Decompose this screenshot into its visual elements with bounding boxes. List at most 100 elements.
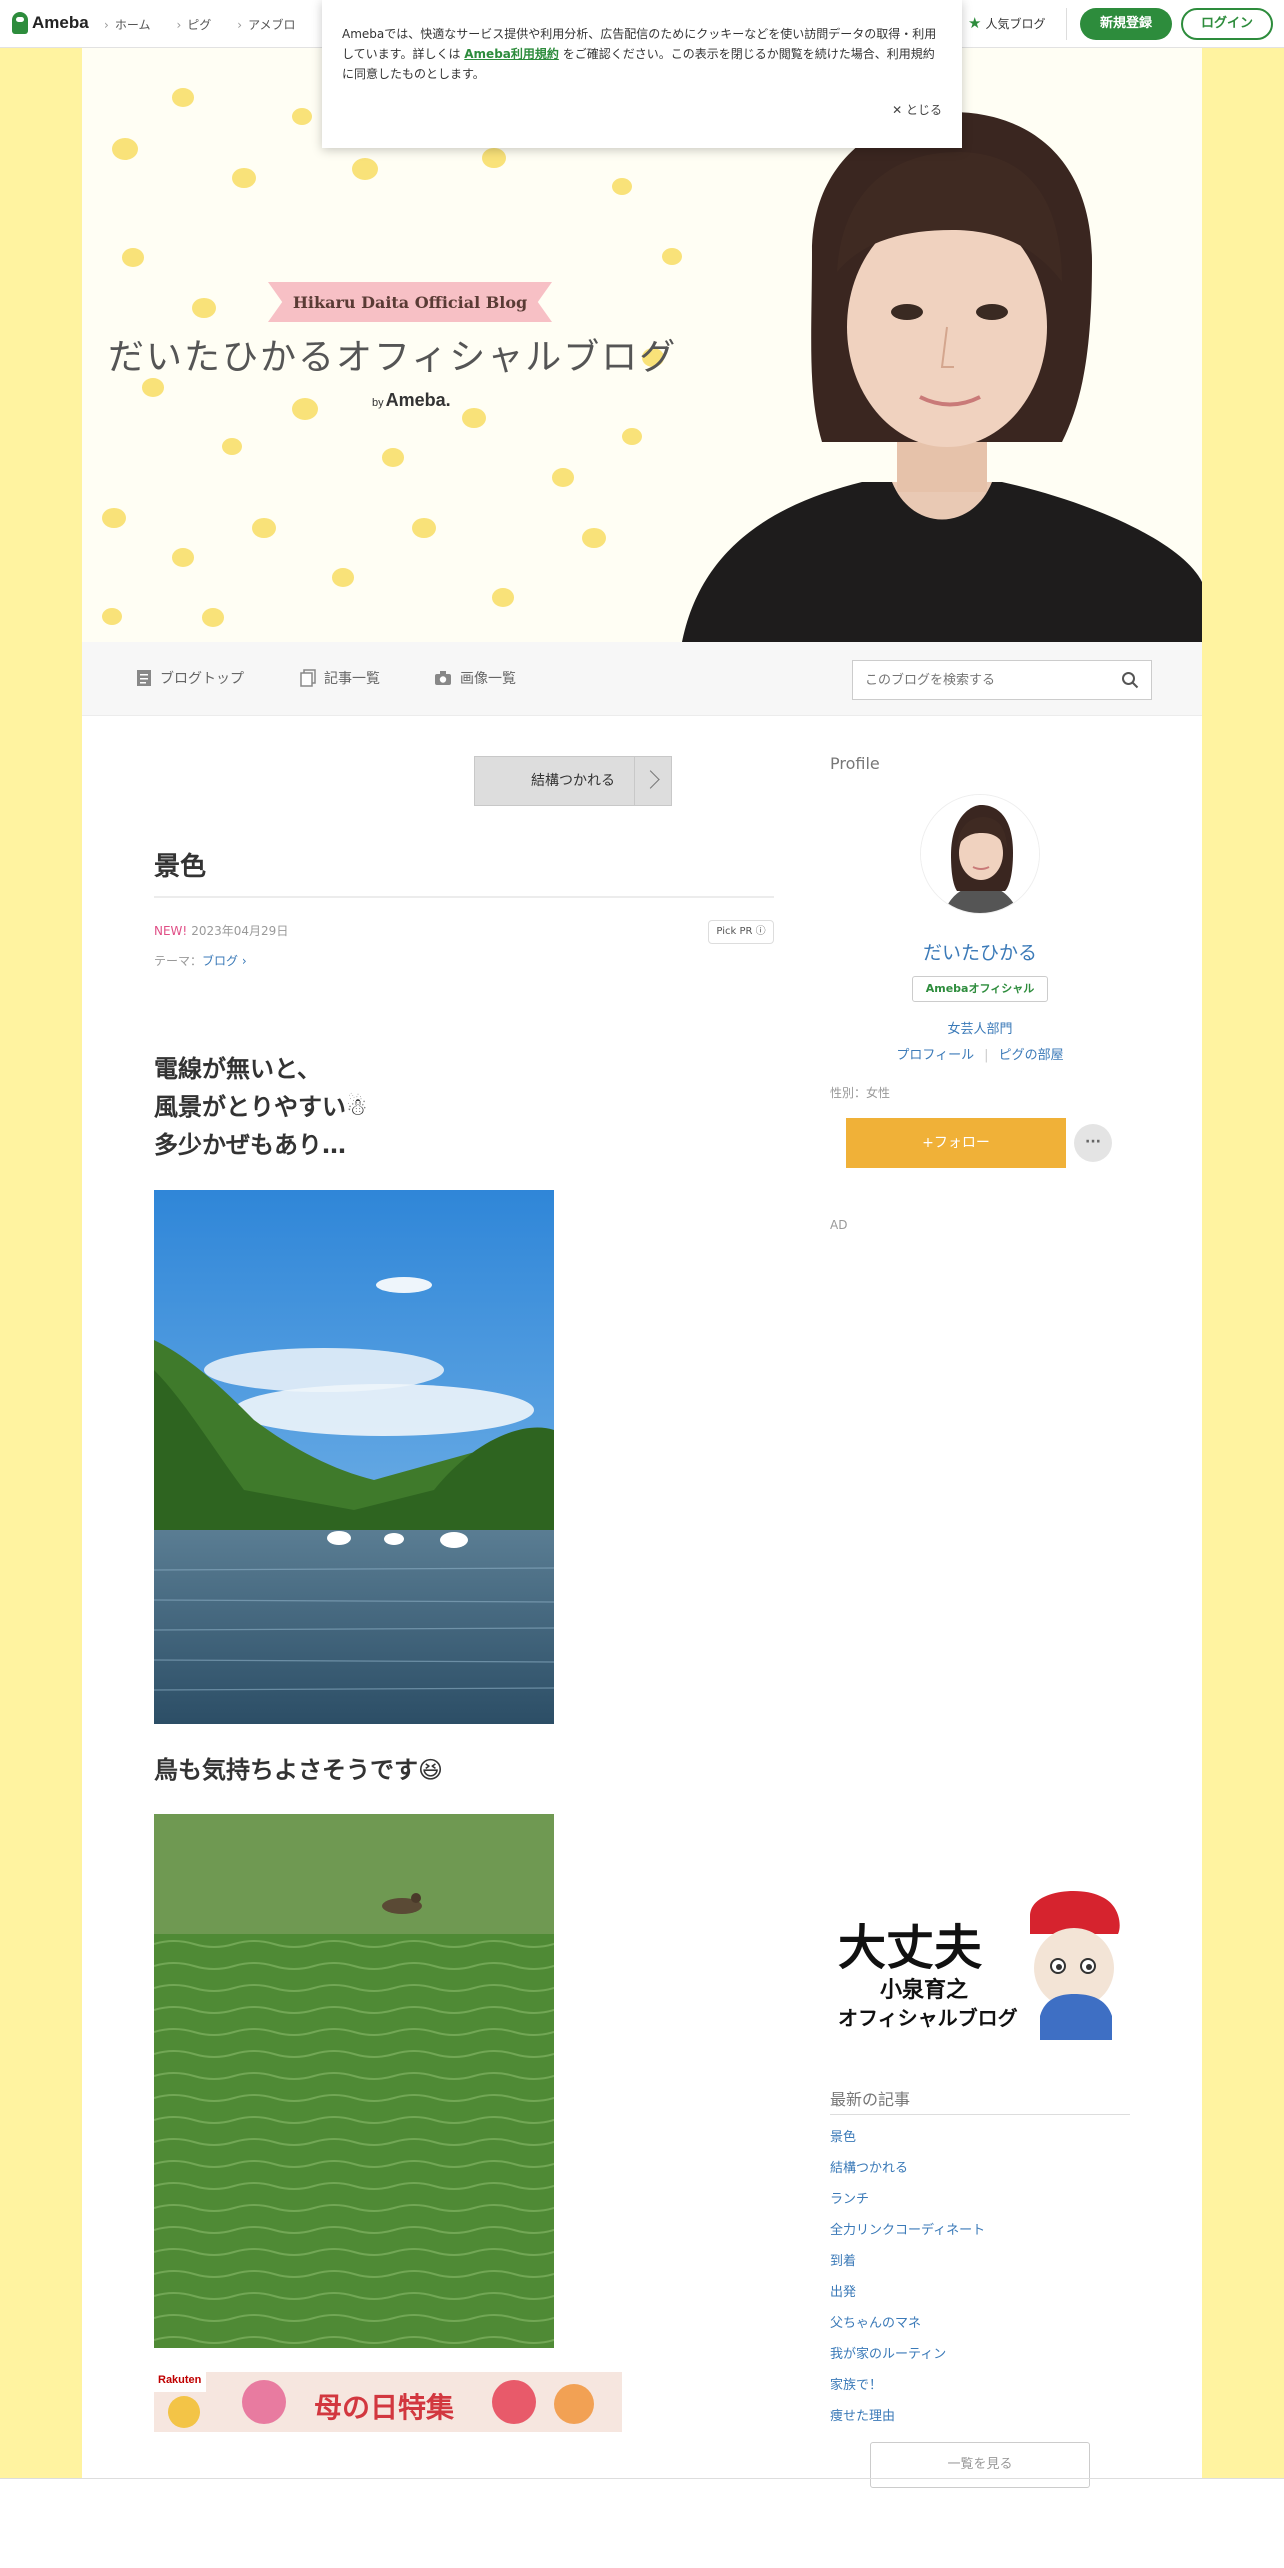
by-brand: Ameba. [385,390,451,410]
rakuten-label: Rakuten [158,2374,202,2386]
nav-blog-top-label: ブログトップ [160,671,244,687]
polka-dot [102,608,122,625]
polka-dot [382,448,404,467]
ameba-logo[interactable]: Ameba [12,12,89,34]
blog-nav: ブログトップ 記事一覧 画像一覧 [82,642,1202,716]
latest-article-link[interactable]: 景色 [830,2126,985,2157]
photo-pond-swan-boats[interactable] [154,1190,554,1724]
sidebar-profile-heading: Profile [830,754,880,773]
polka-dot [112,138,138,161]
rakuten-mothers-day-banner[interactable]: Rakuten 母の日特集 [154,2372,622,2432]
right-yellow-margin [1202,48,1284,2478]
body-line: 電線が無いと、 [154,1055,322,1083]
polka-dot [172,548,194,567]
latest-divider [830,2114,1130,2115]
latest-article-link[interactable]: 全力リンクコーディネート [830,2219,985,2250]
polka-dot [582,528,606,549]
blog-search [852,660,1152,700]
ameba-logo-icon [12,12,28,34]
nav-image-list-label: 画像一覧 [460,671,516,687]
cookie-close-button[interactable]: ✕ とじる [892,100,942,120]
nav-article-list-label: 記事一覧 [324,671,380,687]
latest-article-link[interactable]: 到着 [830,2250,985,2281]
polka-dot [232,168,256,189]
follow-button[interactable]: +フォロー [846,1118,1066,1168]
divider [1066,8,1067,40]
latest-articles-heading: 最新の記事 [830,2090,911,2109]
polka-dot [482,148,506,169]
nav-image-list[interactable]: 画像一覧 [434,668,516,688]
by-ameba: by Ameba. [372,390,451,411]
polka-dot [412,518,436,539]
polka-dot [292,108,312,125]
latest-article-link[interactable]: 父ちゃんのマネ [830,2312,985,2343]
search-icon[interactable] [1121,671,1139,689]
pigg-room-link[interactable]: ピグの部屋 [999,1048,1064,1063]
polka-dot [102,508,126,529]
signup-button[interactable]: 新規登録 [1080,8,1172,40]
koizumi-blog-banner[interactable]: 大丈夫 小泉育之 オフィシャルブログ [830,1886,1130,2040]
nav-ameblo[interactable]: アメブロ [237,16,295,33]
prev-article-button[interactable]: 結構つかれる [474,756,672,806]
article-caption: 鳥も気持ちよさそうです😆 [154,1756,444,1784]
polka-dot [292,398,318,421]
link-separator: | [984,1048,989,1063]
search-input[interactable] [853,661,1103,699]
polka-dot [622,428,642,445]
cookie-close-label: とじる [905,103,942,117]
article-title: 景色 [154,852,207,882]
banner-big-text: 大丈夫 [838,1920,983,1976]
see-all-button[interactable]: 一覧を見る [870,2442,1090,2488]
polka-dot [142,378,164,397]
profile-link[interactable]: プロフィール [896,1048,974,1063]
latest-article-link[interactable]: 痩せた理由 [830,2405,985,2436]
latest-articles-list: 景色 結構つかれる ランチ 全力リンクコーディネート 到着 出発 父ちゃんのマネ… [830,2126,985,2436]
ameba-logo-text: Ameba [32,13,89,32]
ad-label: AD [830,1218,848,1232]
star-icon: ★ [968,14,982,32]
footer-divider [0,2478,1284,2479]
nav-pigg[interactable]: ピグ [176,16,211,33]
banner-title: 母の日特集 [314,2391,455,2424]
title-divider [154,896,774,898]
nav-home[interactable]: ホーム [104,16,151,33]
banner-sub-text-2: オフィシャルブログ [838,2006,1018,2030]
polka-dot [222,438,242,455]
pages-icon [300,669,316,687]
latest-article-link[interactable]: 結構つかれる [830,2157,985,2188]
body-line: 多少かぜもあり… [154,1131,346,1159]
login-button[interactable]: ログイン [1181,8,1273,40]
article-theme: テーマ：ブログ › [154,952,247,969]
body-line: 風景がとりやすい☃ [154,1093,368,1121]
latest-article-link[interactable]: ランチ [830,2188,985,2219]
latest-article-link[interactable]: 我が家のルーティン [830,2343,985,2374]
banner-sub-text: 小泉育之 [880,1978,969,2003]
terms-link[interactable]: Ameba利用規約 [464,47,559,61]
polka-dot [172,88,194,107]
article-meta: NEW! 2023年04月29日 [154,922,288,939]
pick-pr-button[interactable]: Pick PR ⓘ [708,920,774,944]
latest-article-link[interactable]: 出発 [830,2281,985,2312]
popular-blogs-link[interactable]: ★ 人気ブログ [968,14,1045,32]
profile-avatar[interactable] [920,794,1040,914]
left-yellow-margin [0,48,82,2478]
profile-category[interactable]: 女芸人部門 [830,1018,1130,1037]
popular-blogs-label: 人気ブログ [985,16,1046,31]
polka-dot [332,568,354,587]
global-nav: ホーム ピグ アメブロ [104,16,296,33]
latest-article-link[interactable]: 家族で！ [830,2374,985,2405]
blog-title: だいたひかるオフィシャルブログ [108,337,678,378]
nav-article-list[interactable]: 記事一覧 [300,668,380,688]
theme-link[interactable]: ブログ › [202,954,247,968]
nav-blog-top[interactable]: ブログトップ [136,668,244,688]
official-badge: Amebaオフィシャル [912,976,1048,1002]
photo-duck-on-water[interactable] [154,1814,554,2348]
profile-links: プロフィール | ピグの部屋 [830,1044,1130,1063]
polka-dot [552,468,574,487]
more-options-button[interactable]: ··· [1074,1124,1112,1162]
document-icon [137,670,151,686]
polka-dot [612,178,632,195]
polka-dot [462,408,486,429]
cookie-notice: Amebaでは、快適なサービス提供や利用分析、広告配信のためにクッキーなどを使い… [322,0,962,148]
profile-name[interactable]: だいたひかる [830,938,1130,965]
